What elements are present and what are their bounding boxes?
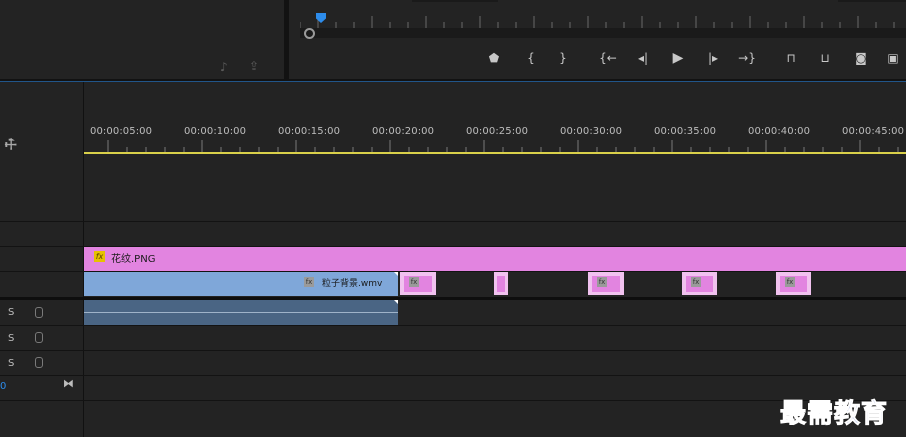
mark-in-icon: { (527, 51, 535, 65)
mark-out-icon: } (559, 51, 567, 65)
watermark-logo: 最需教育 (779, 399, 889, 430)
master-volume-value[interactable]: 0 (0, 381, 6, 392)
fx-icon: fx (691, 277, 701, 287)
clip-end-marker (394, 300, 398, 304)
go-to-end-icon[interactable]: ⧓ (63, 377, 74, 390)
solo-button[interactable]: S (8, 333, 14, 344)
fx-icon: fx (94, 251, 105, 262)
export-frame-icon[interactable]: ⇪ (249, 59, 259, 73)
clip-end-marker (394, 272, 398, 276)
clip-png[interactable]: fx 花纹.PNG (84, 247, 906, 271)
mic-icon[interactable] (35, 332, 43, 343)
clip-png-small[interactable]: fx (588, 272, 624, 295)
mic-icon[interactable] (35, 307, 43, 318)
clip-png-small[interactable]: fx (776, 272, 811, 295)
extract-icon: ⊔ (820, 51, 830, 65)
insert-audio-icon[interactable]: ♪ (220, 60, 228, 74)
step-back-button[interactable]: ◂| (632, 48, 654, 68)
track-divider (0, 375, 906, 376)
ruler-ticks (107, 140, 899, 152)
track-divider (0, 325, 906, 326)
solo-button[interactable]: S (8, 307, 14, 318)
step-forward-icon: |▸ (707, 51, 719, 65)
audio-volume-line (84, 312, 398, 313)
camera-icon: ◙ (855, 51, 867, 65)
track-divider (0, 221, 906, 222)
timecode-label: 00:00:20:00 (372, 126, 435, 137)
play-icon: ▶ (672, 50, 684, 66)
add-marker-button[interactable]: ⬟ (483, 48, 505, 68)
clip-png-small[interactable]: fx (682, 272, 717, 295)
clip-label: 花纹.PNG (111, 254, 156, 265)
program-time-ruler[interactable] (300, 10, 906, 28)
clip-video[interactable]: fx 粒子背景.wmv (84, 272, 398, 296)
timecode-field (412, 0, 498, 2)
timecode-label: 00:00:45:00 (842, 126, 905, 137)
zoom-handle-icon[interactable] (304, 28, 315, 39)
extract-button[interactable]: ⊔ (814, 48, 836, 68)
mic-icon[interactable] (35, 357, 43, 368)
work-area-bar[interactable] (84, 152, 906, 154)
go-to-out-icon: →} (738, 51, 756, 65)
clip-label: 粒子背景.wmv (322, 279, 383, 289)
fx-icon: fx (304, 277, 314, 287)
clip-audio[interactable] (84, 300, 398, 325)
lift-button[interactable]: ⊓ (780, 48, 802, 68)
marker-icon: ⬟ (488, 51, 500, 65)
clip-png-small[interactable]: fx (400, 272, 436, 295)
timecode-label: 00:00:10:00 (184, 126, 247, 137)
compare-view-button[interactable]: ▣ (882, 48, 904, 68)
export-frame-button[interactable]: ◙ (850, 48, 872, 68)
lift-icon: ⊓ (786, 51, 796, 65)
source-monitor-panel (0, 0, 284, 79)
track-divider (0, 400, 906, 401)
timecode-label: 00:00:25:00 (466, 126, 529, 137)
go-to-in-icon: {← (599, 51, 617, 65)
fx-icon: fx (785, 277, 795, 287)
play-button[interactable]: ▶ (667, 48, 689, 68)
timecode-label: 00:00:15:00 (278, 126, 341, 137)
timecode-label: 00:00:30:00 (560, 126, 623, 137)
compare-icon: ▣ (887, 51, 899, 65)
program-scrub-bar[interactable] (300, 28, 906, 38)
clip-fill (497, 276, 505, 292)
go-to-in-button[interactable]: {← (597, 48, 619, 68)
timecode-label: 00:00:05:00 (90, 126, 153, 137)
mark-in-button[interactable]: { (520, 48, 542, 68)
step-back-icon: ◂| (637, 51, 649, 65)
clip-png-small[interactable] (494, 272, 508, 295)
step-forward-button[interactable]: |▸ (702, 48, 724, 68)
fx-icon: fx (597, 277, 607, 287)
solo-button[interactable]: S (8, 358, 14, 369)
timecode-label: 00:00:40:00 (748, 126, 811, 137)
track-divider (0, 350, 906, 351)
duration-field (838, 0, 906, 2)
timecode-label: 00:00:35:00 (654, 126, 717, 137)
mark-out-button[interactable]: } (552, 48, 574, 68)
go-to-out-button[interactable]: →} (736, 48, 758, 68)
fx-icon: fx (409, 277, 419, 287)
